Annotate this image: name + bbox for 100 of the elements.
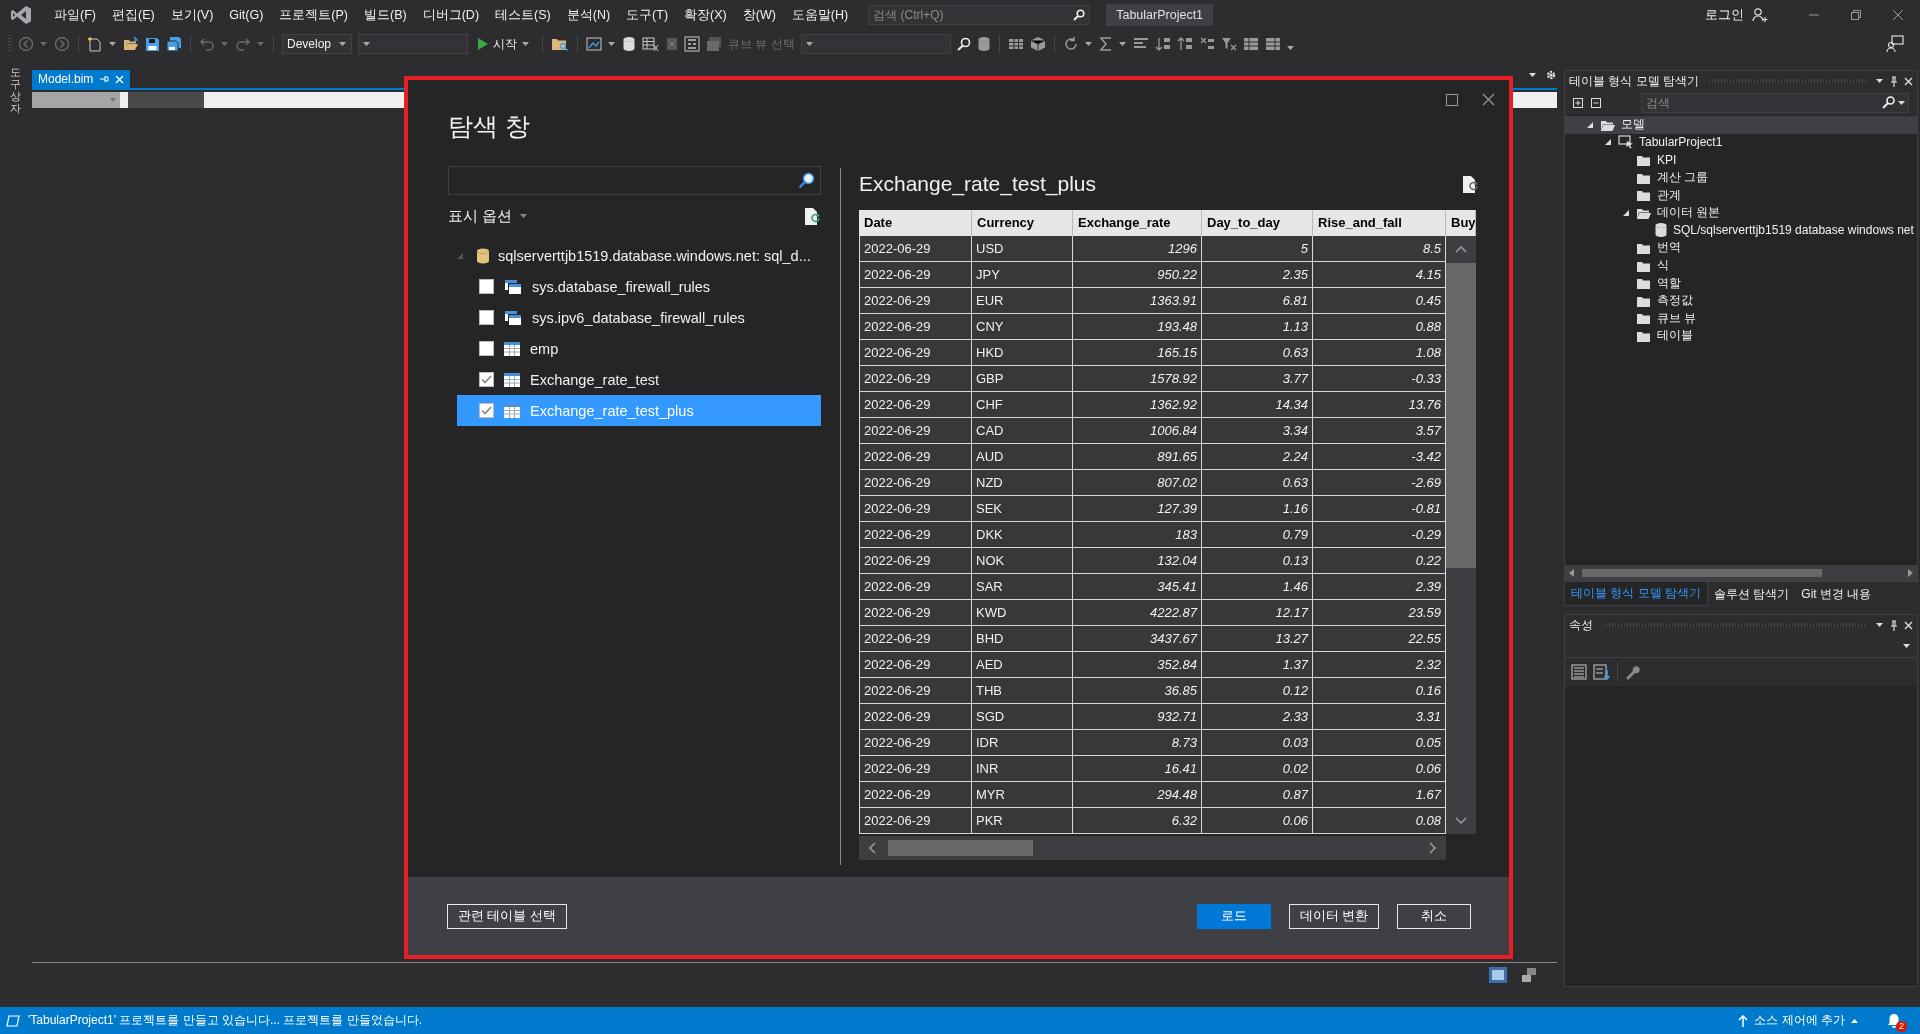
scrollbar-thumb[interactable] — [1446, 263, 1476, 568]
new-item-icon[interactable] — [87, 36, 103, 52]
sort-descending-icon[interactable] — [1176, 36, 1193, 52]
search-icon[interactable] — [798, 172, 815, 189]
scroll-left-icon[interactable] — [869, 842, 876, 854]
menu-item[interactable]: 편집(E) — [103, 4, 163, 26]
cube-icon[interactable] — [1029, 36, 1046, 52]
menu-item[interactable]: 파일(F) — [46, 4, 104, 26]
pin-icon[interactable] — [1890, 75, 1898, 87]
vs-logo-icon[interactable] — [10, 4, 32, 26]
tree-item[interactable]: Exchange_rate_test — [457, 364, 821, 395]
collapse-all-icon[interactable] — [1591, 98, 1601, 108]
search-field[interactable]: 검색 — [1641, 93, 1909, 113]
scroll-right-icon[interactable] — [1908, 569, 1913, 577]
back-icon[interactable] — [18, 36, 34, 52]
menu-item[interactable]: 도움말(H) — [783, 4, 857, 26]
search-field[interactable]: 검색 (Ctrl+Q) — [868, 5, 1091, 25]
tab-strip-handle[interactable] — [128, 92, 204, 108]
menu-item[interactable]: 디버그(D) — [414, 4, 488, 26]
display-options-dropdown[interactable]: 표시 옵션 — [448, 207, 513, 226]
menu-item[interactable]: 창(W) — [734, 4, 784, 26]
menu-item[interactable]: 도구(T) — [618, 4, 677, 26]
scroll-up-icon[interactable] — [1455, 246, 1467, 253]
search-icon[interactable] — [1073, 9, 1086, 21]
tree-item[interactable]: TabularProject1 — [1565, 133, 1917, 152]
search-icon[interactable] — [956, 37, 971, 51]
checkbox[interactable] — [479, 403, 494, 418]
scroll-right-icon[interactable] — [1429, 842, 1436, 854]
feedback-icon[interactable] — [1886, 35, 1904, 53]
user-icon[interactable] — [1752, 7, 1768, 23]
caret-icon[interactable] — [1118, 41, 1127, 47]
caret-icon[interactable] — [608, 41, 616, 47]
grid-icon[interactable] — [1007, 36, 1024, 52]
clear-sort-icon[interactable] — [1198, 36, 1215, 52]
tree-item[interactable]: sqlserverttjb1519.database.windows.net: sql_d... — [448, 240, 821, 271]
open-folder-icon[interactable] — [123, 36, 139, 52]
expanded-triangle-icon[interactable] — [1622, 208, 1630, 217]
save-all-icon[interactable] — [166, 36, 182, 52]
maximize-icon[interactable] — [1446, 94, 1458, 106]
refresh-icon[interactable] — [1062, 36, 1079, 52]
tree-item[interactable]: 측정값 — [1565, 291, 1917, 310]
menu-item[interactable]: 프로젝트(P) — [271, 4, 356, 26]
database-icon[interactable] — [976, 36, 991, 52]
tree-item[interactable]: 식 — [1565, 256, 1917, 275]
dialog-button[interactable]: 데이터 변환 — [1288, 904, 1379, 929]
save-icon[interactable] — [145, 36, 160, 52]
tree-item[interactable]: sys.ipv6_database_firewall_rules — [457, 302, 821, 333]
bell-icon[interactable] — [1886, 1012, 1902, 1029]
expanded-triangle-icon[interactable] — [1604, 138, 1612, 147]
caret-icon[interactable] — [1084, 41, 1093, 47]
tree-item[interactable]: 계산 그룹 — [1565, 168, 1917, 187]
search-icon[interactable] — [1882, 96, 1895, 109]
refresh-document-icon[interactable] — [804, 207, 821, 226]
scrollbar-thumb[interactable] — [888, 840, 1033, 856]
tree-item[interactable]: 역할 — [1565, 274, 1917, 292]
checkbox[interactable] — [479, 372, 494, 387]
checkbox[interactable] — [479, 310, 494, 325]
caret-icon[interactable] — [1876, 622, 1884, 628]
menu-item[interactable]: 빌드(B) — [356, 4, 415, 26]
categorized-icon[interactable] — [1571, 664, 1587, 680]
grid-view-icon[interactable] — [1489, 967, 1507, 983]
tree-item[interactable]: 큐브 뷰 — [1565, 309, 1917, 328]
clear-filter-icon[interactable] — [1220, 36, 1237, 52]
tree-item[interactable]: 모델 — [1565, 116, 1917, 134]
tree-item[interactable]: 데이터 원본 — [1565, 203, 1917, 222]
caret-icon[interactable] — [1529, 72, 1537, 78]
redo-icon[interactable] — [235, 36, 251, 52]
panel-tab[interactable]: 솔루션 탐색기 — [1708, 582, 1796, 606]
tree-item[interactable]: 번역 — [1565, 239, 1917, 257]
tree-item[interactable]: emp — [457, 333, 821, 364]
menu-item[interactable]: 보기(V) — [162, 4, 222, 26]
dialog-button[interactable]: 취소 — [1397, 904, 1471, 929]
sigma-icon[interactable] — [1098, 36, 1113, 52]
menu-item[interactable]: 확장(X) — [676, 4, 735, 26]
table-icon[interactable] — [1264, 36, 1281, 52]
undo-icon[interactable] — [199, 36, 215, 52]
tree-item[interactable]: 테이블 — [1565, 327, 1917, 345]
panel-tab[interactable]: 테이블 형식 모델 탐색기 — [1564, 582, 1708, 606]
caret-icon[interactable] — [1286, 45, 1295, 51]
forward-icon[interactable] — [54, 36, 70, 52]
search-field[interactable] — [448, 166, 821, 195]
table-icon[interactable] — [1242, 36, 1259, 52]
restore-icon[interactable] — [1850, 9, 1862, 21]
tab-strip-handle[interactable] — [32, 92, 120, 108]
database-icon[interactable] — [622, 36, 636, 52]
expanded-triangle-icon[interactable] — [1586, 120, 1594, 129]
tree-item[interactable]: 관계 — [1565, 186, 1917, 204]
x-icon[interactable] — [666, 36, 678, 52]
dialog-button[interactable]: 관련 테이블 선택 — [447, 904, 567, 929]
dropdown[interactable]: Develop — [282, 34, 352, 54]
calculator-icon[interactable] — [684, 36, 700, 52]
close-icon[interactable] — [1892, 9, 1904, 21]
pin-icon[interactable] — [1890, 619, 1898, 631]
checkbox[interactable] — [479, 279, 494, 294]
menu-item[interactable]: 테스트(S) — [487, 4, 559, 26]
image-icon[interactable] — [586, 36, 602, 52]
expand-all-icon[interactable] — [1573, 98, 1583, 108]
scroll-down-icon[interactable] — [1455, 817, 1467, 824]
diagram-view-icon[interactable] — [1521, 967, 1537, 983]
caret-icon[interactable] — [520, 214, 529, 219]
